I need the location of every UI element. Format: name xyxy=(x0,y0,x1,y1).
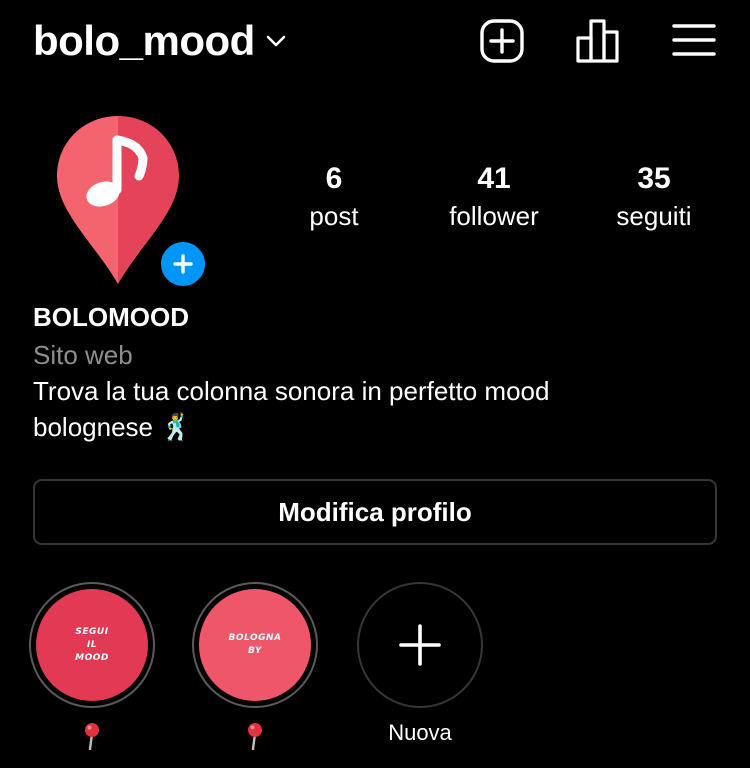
plus-icon xyxy=(173,254,193,274)
stat-value: 6 xyxy=(325,162,343,195)
highlight-item[interactable]: BOLOGNA BY xyxy=(192,582,318,752)
stat-label: follower xyxy=(449,201,539,231)
website-link[interactable]: Sito web xyxy=(33,338,133,372)
hamburger-menu-icon[interactable] xyxy=(672,22,716,62)
highlight-title-line: BY xyxy=(248,646,262,656)
highlight-cover: SEGUI IL MOOD xyxy=(36,589,148,701)
stat-value: 41 xyxy=(477,162,511,195)
highlight-title-line: BOLOGNA xyxy=(228,633,282,643)
highlight-title-line: IL xyxy=(86,639,98,650)
stat-label: post xyxy=(309,201,359,231)
highlight-title-line: SEGUI xyxy=(75,626,109,637)
highlight-ring: SEGUI IL MOOD xyxy=(29,582,155,708)
highlight-ring: BOLOGNA BY xyxy=(192,582,318,708)
plus-square-icon[interactable] xyxy=(479,18,525,64)
username: bolo_mood xyxy=(33,17,255,64)
stat-label: seguiti xyxy=(616,201,692,231)
new-highlight-label: Nuova xyxy=(388,720,452,745)
new-highlight-button[interactable]: Nuova xyxy=(357,582,483,746)
stat-posts[interactable]: 6 post xyxy=(254,161,414,233)
stat-following[interactable]: 35 seguiti xyxy=(574,161,734,233)
chevron-down-icon xyxy=(265,34,287,53)
plus-icon xyxy=(399,624,441,666)
edit-profile-button[interactable]: Modifica profilo xyxy=(33,479,717,545)
add-story-button[interactable] xyxy=(158,239,208,289)
highlight-cover: BOLOGNA BY xyxy=(199,589,311,701)
profile-name: BOLOMOOD xyxy=(33,302,189,332)
bar-chart-icon[interactable] xyxy=(575,18,621,64)
highlight-title-line: MOOD xyxy=(75,652,109,663)
bio-text: Trova la tua colonna sonora in perfetto … xyxy=(33,376,550,442)
round-pushpin-icon xyxy=(192,722,318,752)
new-highlight-ring xyxy=(357,582,483,708)
account-switcher[interactable]: bolo_mood xyxy=(33,14,287,68)
stat-value: 35 xyxy=(637,162,671,195)
highlight-item[interactable]: SEGUI IL MOOD xyxy=(29,582,155,752)
stat-followers[interactable]: 41 follower xyxy=(414,161,574,233)
round-pushpin-icon xyxy=(29,722,155,752)
